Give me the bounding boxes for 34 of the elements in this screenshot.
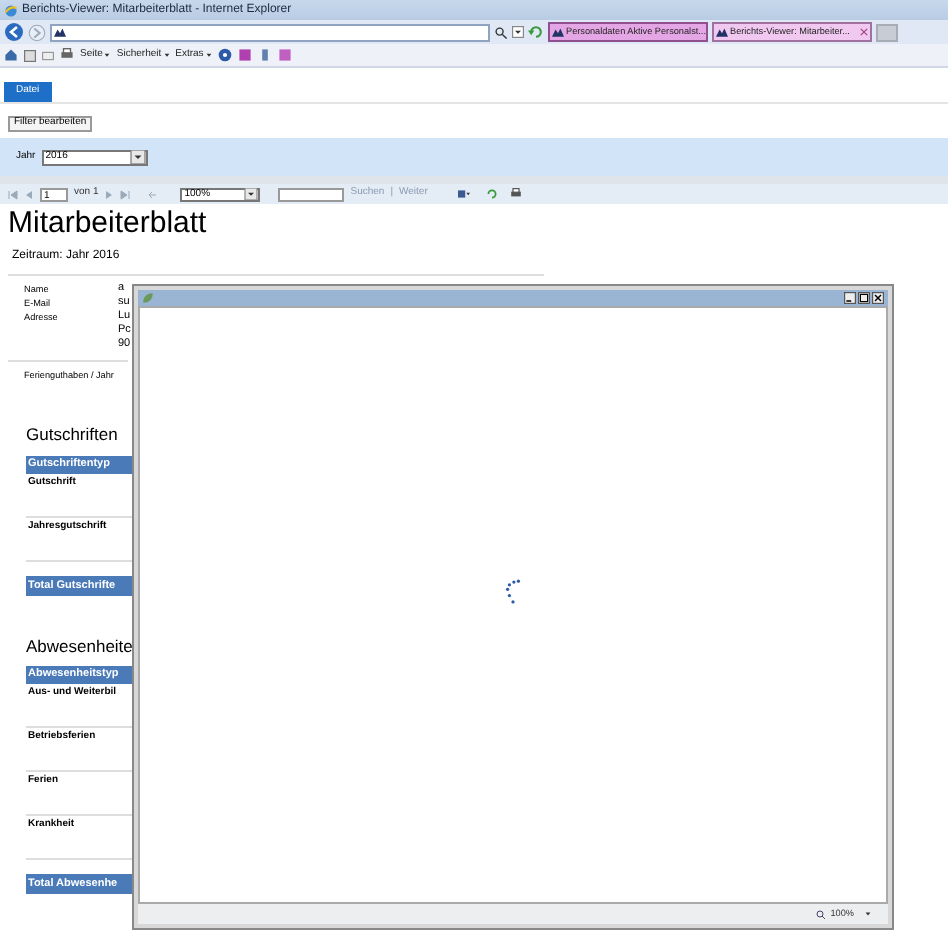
- close-icon[interactable]: [872, 292, 884, 304]
- search-icon[interactable]: [494, 25, 508, 39]
- dropdown-icon: [244, 188, 259, 200]
- last-page-icon[interactable]: [120, 189, 131, 199]
- section-heading: Gutschriften: [26, 421, 120, 448]
- home-icon[interactable]: [4, 48, 18, 62]
- section-heading: Abwesenheite: [26, 633, 135, 659]
- back-icon[interactable]: [4, 22, 24, 42]
- find-field[interactable]: [278, 187, 345, 201]
- page-icon: [552, 26, 564, 38]
- minimize-icon[interactable]: [844, 292, 856, 304]
- print-icon[interactable]: [60, 48, 74, 62]
- leaf-icon: [142, 292, 154, 304]
- page-icon: [716, 26, 728, 38]
- zoom-icon: [816, 909, 827, 919]
- loading-spinner-icon: [504, 577, 522, 605]
- refresh-icon[interactable]: [485, 188, 498, 200]
- first-page-icon[interactable]: [8, 189, 18, 199]
- address-field[interactable]: [50, 23, 490, 41]
- dropdown-icon: [129, 150, 146, 164]
- export-icon[interactable]: [453, 188, 474, 200]
- forward-icon[interactable]: [28, 23, 46, 41]
- maximize-icon[interactable]: [858, 292, 870, 304]
- caret-icon: [205, 52, 212, 58]
- report-title: Mitarbeiterblatt: [8, 206, 209, 242]
- page-icon: [54, 26, 66, 38]
- caret-icon: [163, 52, 170, 58]
- browser-logo-icon: [4, 3, 18, 17]
- caret-icon: [104, 52, 111, 58]
- dropdown-icon[interactable]: [512, 26, 524, 38]
- previous-page-icon[interactable]: [24, 189, 34, 199]
- dropdown-icon[interactable]: [864, 910, 872, 918]
- print-icon[interactable]: [509, 188, 522, 200]
- next-page-icon[interactable]: [104, 189, 115, 199]
